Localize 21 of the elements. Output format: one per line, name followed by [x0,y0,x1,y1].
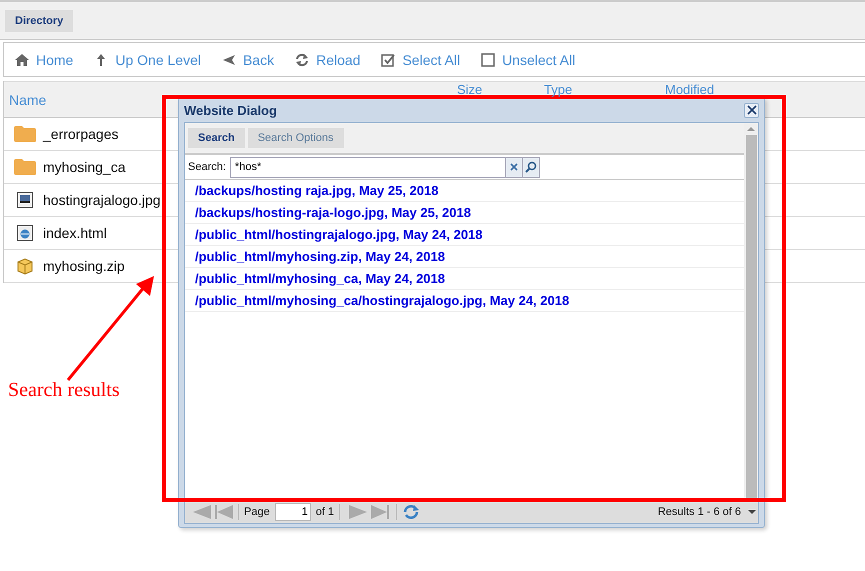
page-label: Page [244,506,270,518]
file-name[interactable]: _errorpages [43,126,118,142]
search-field[interactable]: *hos* [230,156,506,178]
results-count: Results 1 - 6 of 6 [658,506,741,518]
page-count: of 1 [316,506,334,518]
result-link[interactable]: /public_html/myhosing_ca/hostingrajalogo.jpg, May 24, 2018 [195,293,570,308]
dialog-tab[interactable]: Search [188,128,245,148]
result-link[interactable]: /public_html/myhosing.zip, May 24, 2018 [195,249,445,264]
page-field[interactable]: 1 [274,503,311,521]
result-link[interactable]: /public_html/hostingrajalogo.jpg, May 24, 2018 [195,227,483,242]
file-name[interactable]: index.html [43,225,107,241]
result-link[interactable]: /backups/hosting raja.jpg, May 25, 2018 [195,183,438,198]
result-link[interactable]: /public_html/myhosing_ca, May 24, 2018 [195,271,445,286]
directory-tab[interactable]: Directory [5,10,74,32]
file-name[interactable]: myhosing.zip [43,258,125,274]
file-name[interactable]: myhosing_ca [43,159,126,175]
search-label: Search: [188,161,226,173]
annotation-label: Search results [8,379,120,402]
result-link[interactable]: /backups/hosting-raja-logo.jpg, May 25, 2018 [195,205,471,220]
dialog-title: Website Dialog [184,102,277,118]
file-name[interactable]: hostingrajalogo.jpg [43,192,161,208]
